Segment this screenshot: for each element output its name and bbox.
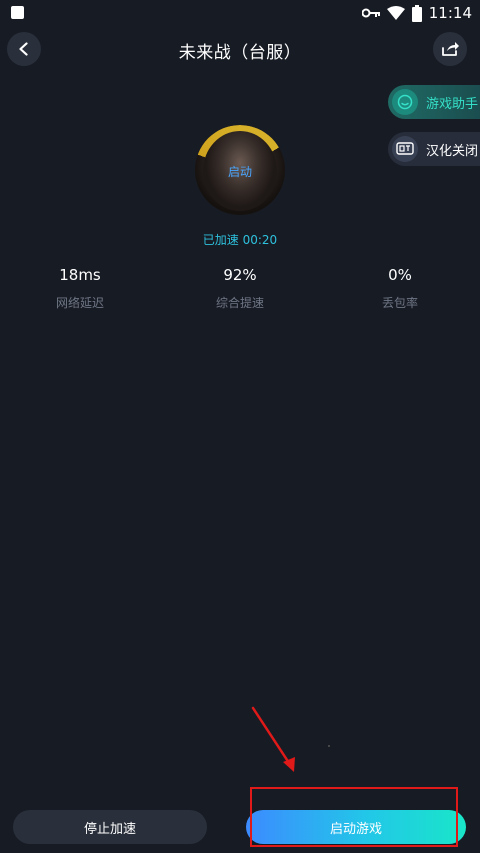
- key-icon: [361, 8, 380, 18]
- translate-icon: [392, 136, 418, 162]
- stat-label: 丢包率: [381, 296, 418, 310]
- translate-label: 汉化关闭: [426, 143, 479, 159]
- acceleration-timer: 已加速 00:20: [202, 233, 278, 247]
- game-assistant-label: 游戏助手: [426, 96, 479, 112]
- game-avatar[interactable]: 启动: [195, 125, 285, 215]
- stop-acceleration-button[interactable]: 停止加速: [13, 810, 207, 844]
- stats-row: 18ms 网络延迟 92% 综合提速 0% 丢包率: [0, 266, 480, 311]
- stat-label: 综合提速: [215, 296, 264, 310]
- header: 未来战（台服）: [0, 30, 480, 70]
- share-icon: [442, 42, 459, 56]
- status-bar: 11:14: [0, 0, 480, 26]
- stat-latency: 18ms 网络延迟: [0, 266, 160, 311]
- stat-value: 0%: [388, 266, 412, 284]
- wifi-icon: [386, 6, 405, 20]
- annotation-highlight-box: [250, 787, 458, 847]
- stat-value: 18ms: [59, 266, 101, 284]
- status-icons: 11:14: [361, 3, 472, 23]
- stat-label: 网络延迟: [55, 296, 104, 310]
- stat-packet-loss: 0% 丢包率: [320, 266, 480, 311]
- battery-icon: [411, 4, 422, 22]
- avatar-launch-label: 启动: [227, 165, 252, 179]
- notification-icon: [11, 6, 24, 19]
- page-title: 未来战（台服）: [178, 43, 302, 63]
- annotation-arrow: [251, 706, 295, 772]
- game-assistant-button[interactable]: 游戏助手: [388, 85, 480, 119]
- share-button[interactable]: [433, 32, 467, 66]
- stat-speedup: 92% 综合提速: [160, 266, 320, 311]
- speck: [328, 745, 330, 747]
- stat-value: 92%: [223, 266, 257, 284]
- smile-icon: [392, 89, 418, 115]
- translate-toggle-button[interactable]: 汉化关闭: [388, 132, 480, 166]
- clock: 11:14: [428, 4, 472, 22]
